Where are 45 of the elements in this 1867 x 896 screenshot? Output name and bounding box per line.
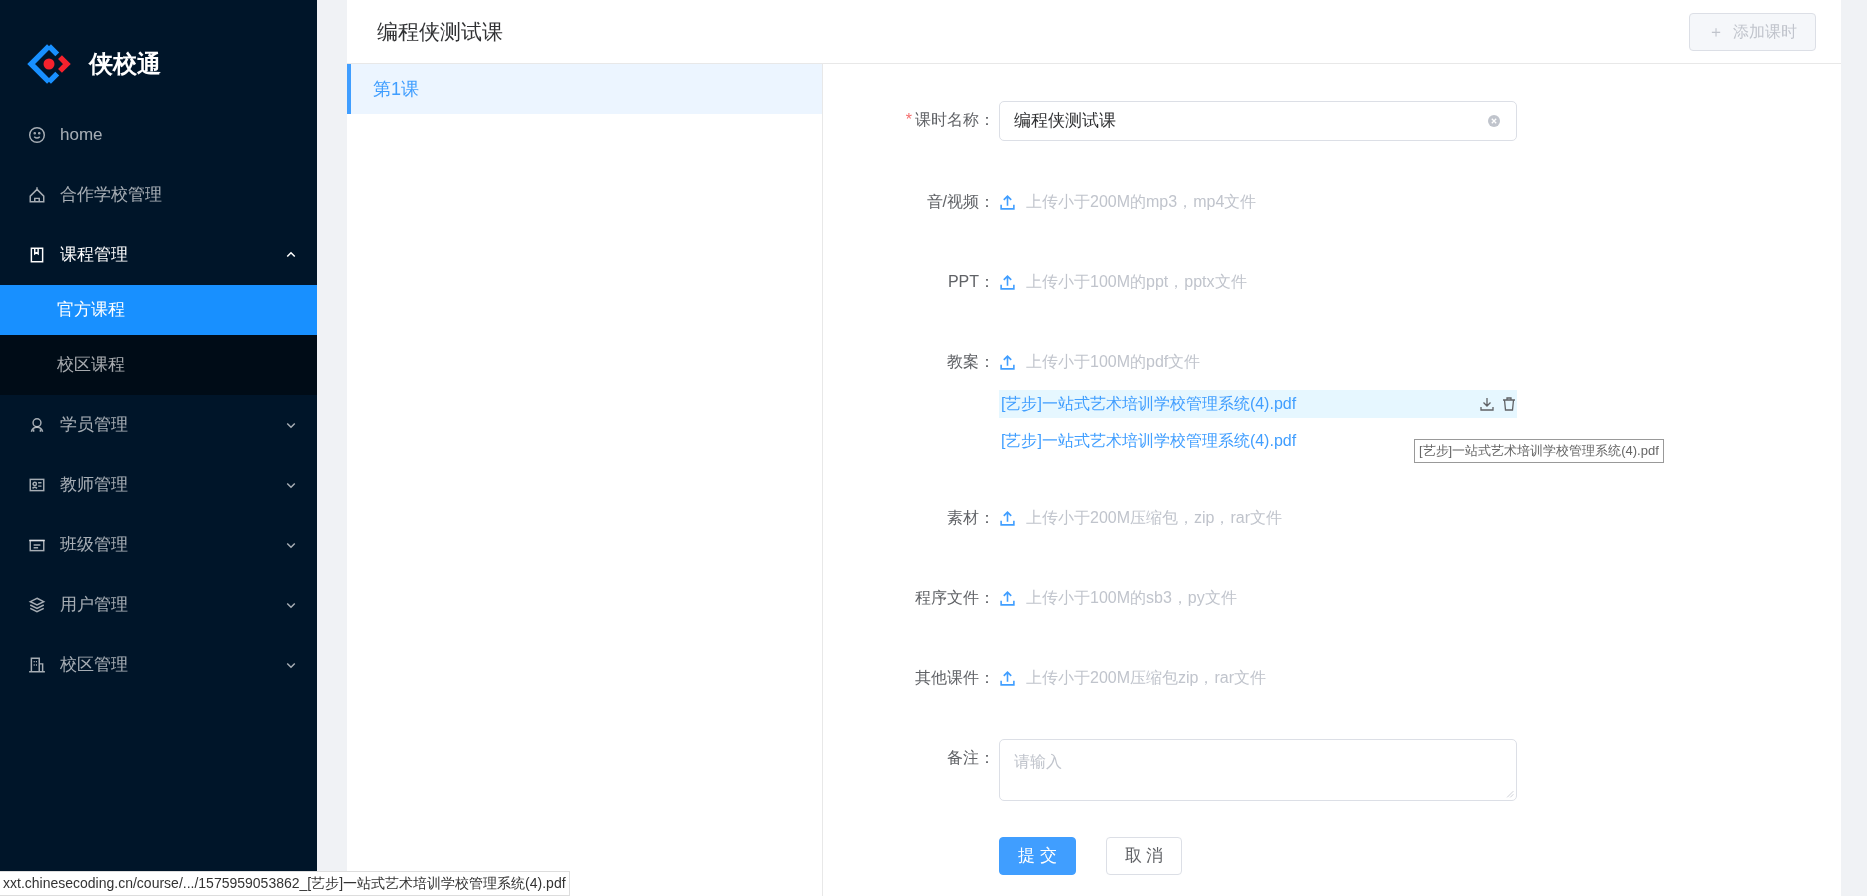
tooltip: [艺步]一站式艺术培训学校管理系统(4).pdf <box>1414 439 1664 463</box>
status-url: xxt.chinesecoding.cn/course/.../1575959053862_[艺步]一站式艺术培训学校管理系统(4).pdf <box>0 871 570 896</box>
upload-icon <box>999 509 1016 527</box>
menu-item[interactable]: home <box>0 105 317 165</box>
stack-icon <box>28 596 46 614</box>
trash-icon <box>1501 396 1517 412</box>
menu-item[interactable]: 教师管理 <box>0 455 317 515</box>
logo-text: 侠校通 <box>89 48 161 79</box>
upload-icon <box>999 669 1016 687</box>
id-card-icon <box>28 476 46 494</box>
upload-button[interactable] <box>999 353 1016 371</box>
menu-item[interactable]: 合作学校管理 <box>0 165 317 225</box>
menu-item[interactable]: 学员管理 <box>0 395 317 455</box>
field-label: 音/视频： <box>925 192 995 212</box>
upload-button[interactable] <box>999 589 1016 607</box>
upload-icon <box>999 353 1016 371</box>
resize-handle-icon <box>1504 788 1514 798</box>
field-label: 其他课件： <box>914 668 995 688</box>
field-label: 教案： <box>946 352 995 372</box>
upload-icon <box>999 193 1016 211</box>
book-icon <box>28 246 46 264</box>
field-label: * 课时名称： <box>904 110 995 130</box>
page-title: 编程侠测试课 <box>377 18 503 45</box>
field-label: 备注： <box>946 748 995 768</box>
field-label: 程序文件： <box>914 588 995 608</box>
smiley-icon <box>28 126 46 144</box>
clear-icon <box>1486 113 1502 129</box>
cancel-button[interactable]: 取 消 <box>1105 837 1183 875</box>
menu-item[interactable]: 用户管理 <box>0 575 317 635</box>
text-input[interactable]: 编程侠测试课 <box>999 101 1517 141</box>
upload-icon <box>999 273 1016 291</box>
office-icon <box>28 656 46 674</box>
upload-button[interactable] <box>999 669 1016 687</box>
field-label: PPT： <box>946 272 995 292</box>
upload-button[interactable] <box>999 509 1016 527</box>
upload-button[interactable] <box>999 273 1016 291</box>
building-icon <box>28 186 46 204</box>
menu-item[interactable]: 课程管理 <box>0 225 317 285</box>
download-icon <box>1479 396 1495 412</box>
upload-icon <box>999 589 1016 607</box>
upload-button[interactable] <box>999 193 1016 211</box>
submenu-item[interactable]: 校区课程 <box>0 335 317 395</box>
menu-item[interactable]: 校区管理 <box>0 635 317 695</box>
field-label: 素材： <box>946 508 995 528</box>
menu-item[interactable]: 班级管理 <box>0 515 317 575</box>
